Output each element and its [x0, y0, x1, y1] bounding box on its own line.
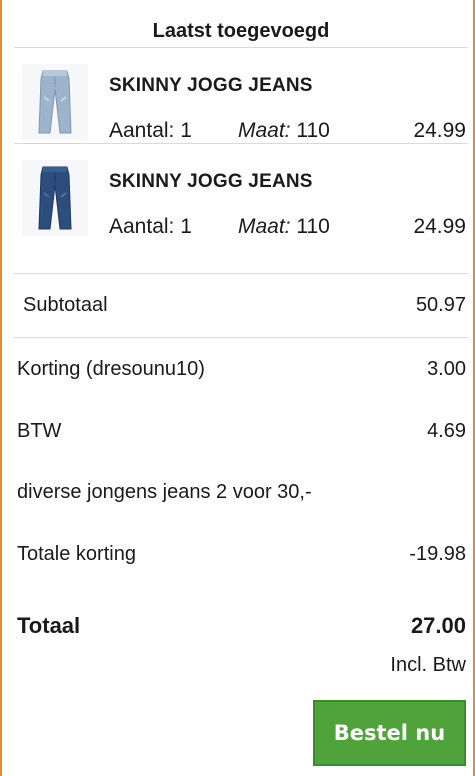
item-size: Maat: 110: [238, 116, 330, 146]
total-discount-row: Totale korting -19.98: [14, 537, 468, 571]
order-now-button[interactable]: Bestel nu: [313, 700, 466, 766]
size-label: Maat:: [238, 215, 291, 238]
size-value: 110: [296, 215, 330, 238]
dark-wash-jeans-image[interactable]: [22, 160, 88, 236]
item-price: 24.99: [413, 215, 466, 238]
vat-row: BTW 4.69: [14, 414, 468, 448]
total-discount-value: -19.98: [409, 543, 466, 565]
divider: [14, 143, 468, 144]
item-quantity: Aantal: 1: [109, 119, 192, 142]
item-name[interactable]: SKINNY JOGG JEANS: [109, 74, 313, 98]
item-price: 24.99: [413, 119, 466, 142]
total-label: Totaal: [17, 613, 81, 638]
promo-row: diverse jongens jeans 2 voor 30,-: [14, 475, 468, 509]
size-label: Maat:: [238, 119, 291, 142]
cart-item: SKINNY JOGG JEANS Aantal: 1 Maat: 110 24…: [14, 156, 468, 252]
size-value: 110: [296, 119, 330, 142]
light-wash-jeans-image[interactable]: [22, 64, 88, 140]
promo-label: diverse jongens jeans 2 voor 30,-: [17, 481, 312, 503]
mini-cart-panel: Laatst toegevoegd SKINNY JOGG JEANS Aant…: [14, 0, 468, 776]
jeans-light-icon: [38, 70, 72, 134]
incl-vat-note: Incl. Btw: [390, 654, 466, 676]
item-name[interactable]: SKINNY JOGG JEANS: [109, 170, 313, 194]
vat-label: BTW: [17, 420, 62, 442]
item-size: Maat: 110: [238, 212, 330, 242]
divider: [14, 337, 468, 338]
subtotal-label: Subtotaal: [23, 294, 108, 316]
subtotal-row: Subtotaal 50.97: [14, 288, 468, 322]
item-quantity: Aantal: 1: [109, 215, 192, 238]
total-discount-label: Totale korting: [17, 543, 136, 565]
cart-item: SKINNY JOGG JEANS Aantal: 1 Maat: 110 24…: [14, 60, 468, 156]
cart-title: Laatst toegevoegd: [152, 20, 330, 42]
jeans-dark-icon: [38, 166, 72, 230]
discount-label: Korting (dresounu10): [17, 358, 205, 380]
divider: [14, 47, 468, 48]
discount-row: Korting (dresounu10) 3.00: [14, 352, 468, 386]
divider: [14, 273, 468, 274]
panel-border-left: [0, 0, 2, 776]
vat-value: 4.69: [427, 420, 466, 442]
total-value: 27.00: [410, 613, 466, 638]
subtotal-value: 50.97: [415, 294, 466, 316]
total-row: Totaal 27.00: [14, 609, 468, 643]
discount-value: 3.00: [427, 358, 466, 380]
